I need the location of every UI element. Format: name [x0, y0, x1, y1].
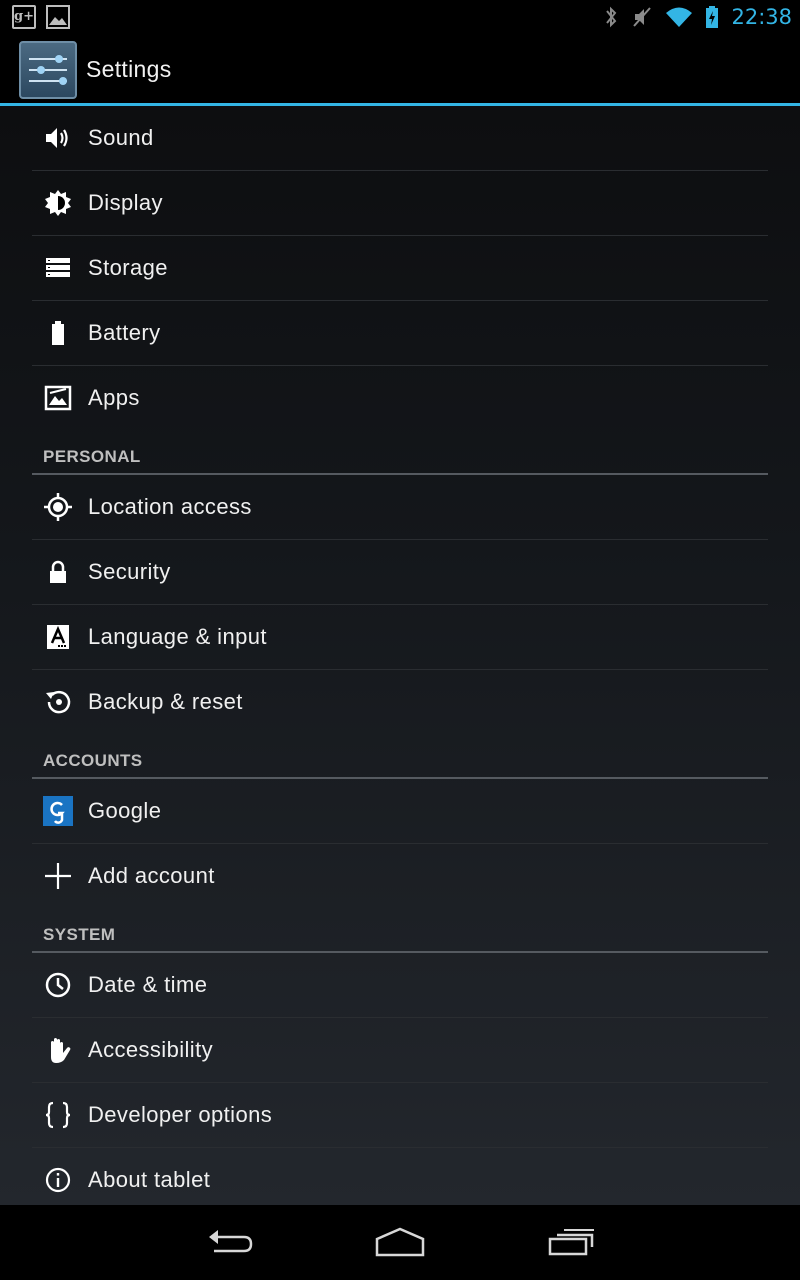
settings-item-security[interactable]: Security	[32, 540, 768, 605]
home-icon[interactable]	[375, 1227, 425, 1261]
gallery-icon[interactable]	[46, 5, 70, 33]
settings-item-label: Location access	[88, 494, 252, 519]
notification-icons: g+	[12, 5, 70, 33]
section-header-system: SYSTEM	[32, 909, 768, 953]
settings-item-storage[interactable]: Storage	[32, 236, 768, 301]
settings-item-label: Apps	[88, 385, 140, 410]
settings-item-label: Sound	[88, 125, 154, 150]
settings-item-label: About tablet	[88, 1167, 211, 1192]
settings-list[interactable]: Sound Display Storage Battery Apps PERSO…	[0, 106, 800, 1205]
settings-item-label: Date & time	[88, 972, 208, 997]
mute-icon	[631, 5, 653, 29]
action-bar: Settings	[0, 34, 800, 106]
settings-item-accessibility[interactable]: Accessibility	[32, 1018, 768, 1083]
info-icon	[42, 1164, 74, 1196]
settings-item-label: Security	[88, 559, 171, 584]
section-header-personal: PERSONAL	[32, 431, 768, 475]
section-header-label: PERSONAL	[43, 447, 141, 466]
apps-icon	[42, 382, 74, 414]
settings-item-label: Battery	[88, 320, 161, 345]
sound-icon	[42, 122, 74, 154]
storage-icon	[42, 252, 74, 284]
wifi-icon	[665, 5, 693, 29]
battery-icon	[42, 317, 74, 349]
google-plus-icon[interactable]: g+	[12, 5, 36, 29]
page-title: Settings	[86, 56, 172, 82]
settings-item-label: Backup & reset	[88, 689, 243, 714]
back-icon[interactable]	[206, 1227, 254, 1263]
settings-item-label: Display	[88, 190, 163, 215]
settings-item-add-account[interactable]: Add account	[32, 844, 768, 909]
settings-item-battery[interactable]: Battery	[32, 301, 768, 366]
settings-item-apps[interactable]: Apps	[32, 366, 768, 431]
status-bar: g+ 22:38	[0, 0, 800, 34]
settings-item-label: Add account	[88, 863, 215, 888]
settings-item-label: Accessibility	[88, 1037, 214, 1062]
settings-item-backup-reset[interactable]: Backup & reset	[32, 670, 768, 735]
settings-item-google[interactable]: Google	[32, 779, 768, 844]
clock-icon	[42, 969, 74, 1001]
clock-time: 22:38	[731, 5, 792, 29]
settings-item-display[interactable]: Display	[32, 171, 768, 236]
settings-item-location-access[interactable]: Location access	[32, 475, 768, 540]
battery-charging-icon	[705, 5, 719, 29]
google-icon	[42, 795, 74, 827]
location-icon	[42, 491, 74, 523]
hand-icon	[42, 1034, 74, 1066]
recent-apps-icon[interactable]	[547, 1227, 597, 1261]
language-icon	[42, 621, 74, 653]
backup-icon	[42, 686, 74, 718]
section-header-accounts: ACCOUNTS	[32, 735, 768, 779]
settings-item-label: Developer options	[88, 1102, 273, 1127]
settings-item-label: Storage	[88, 255, 168, 280]
settings-item-developer-options[interactable]: Developer options	[32, 1083, 768, 1148]
section-header-label: SYSTEM	[43, 925, 116, 944]
display-icon	[42, 187, 74, 219]
braces-icon	[42, 1099, 74, 1131]
settings-item-date-time[interactable]: Date & time	[32, 953, 768, 1018]
plus-icon	[42, 860, 74, 892]
settings-item-language-input[interactable]: Language & input	[32, 605, 768, 670]
settings-item-about-tablet[interactable]: About tablet	[32, 1148, 768, 1205]
lock-icon	[42, 556, 74, 588]
settings-sliders-icon[interactable]	[19, 41, 77, 99]
settings-item-sound[interactable]: Sound	[32, 106, 768, 171]
section-header-label: ACCOUNTS	[43, 751, 143, 770]
bluetooth-icon	[603, 5, 619, 29]
navigation-bar	[0, 1205, 800, 1280]
settings-item-label: Google	[88, 798, 162, 823]
settings-item-label: Language & input	[88, 624, 267, 649]
